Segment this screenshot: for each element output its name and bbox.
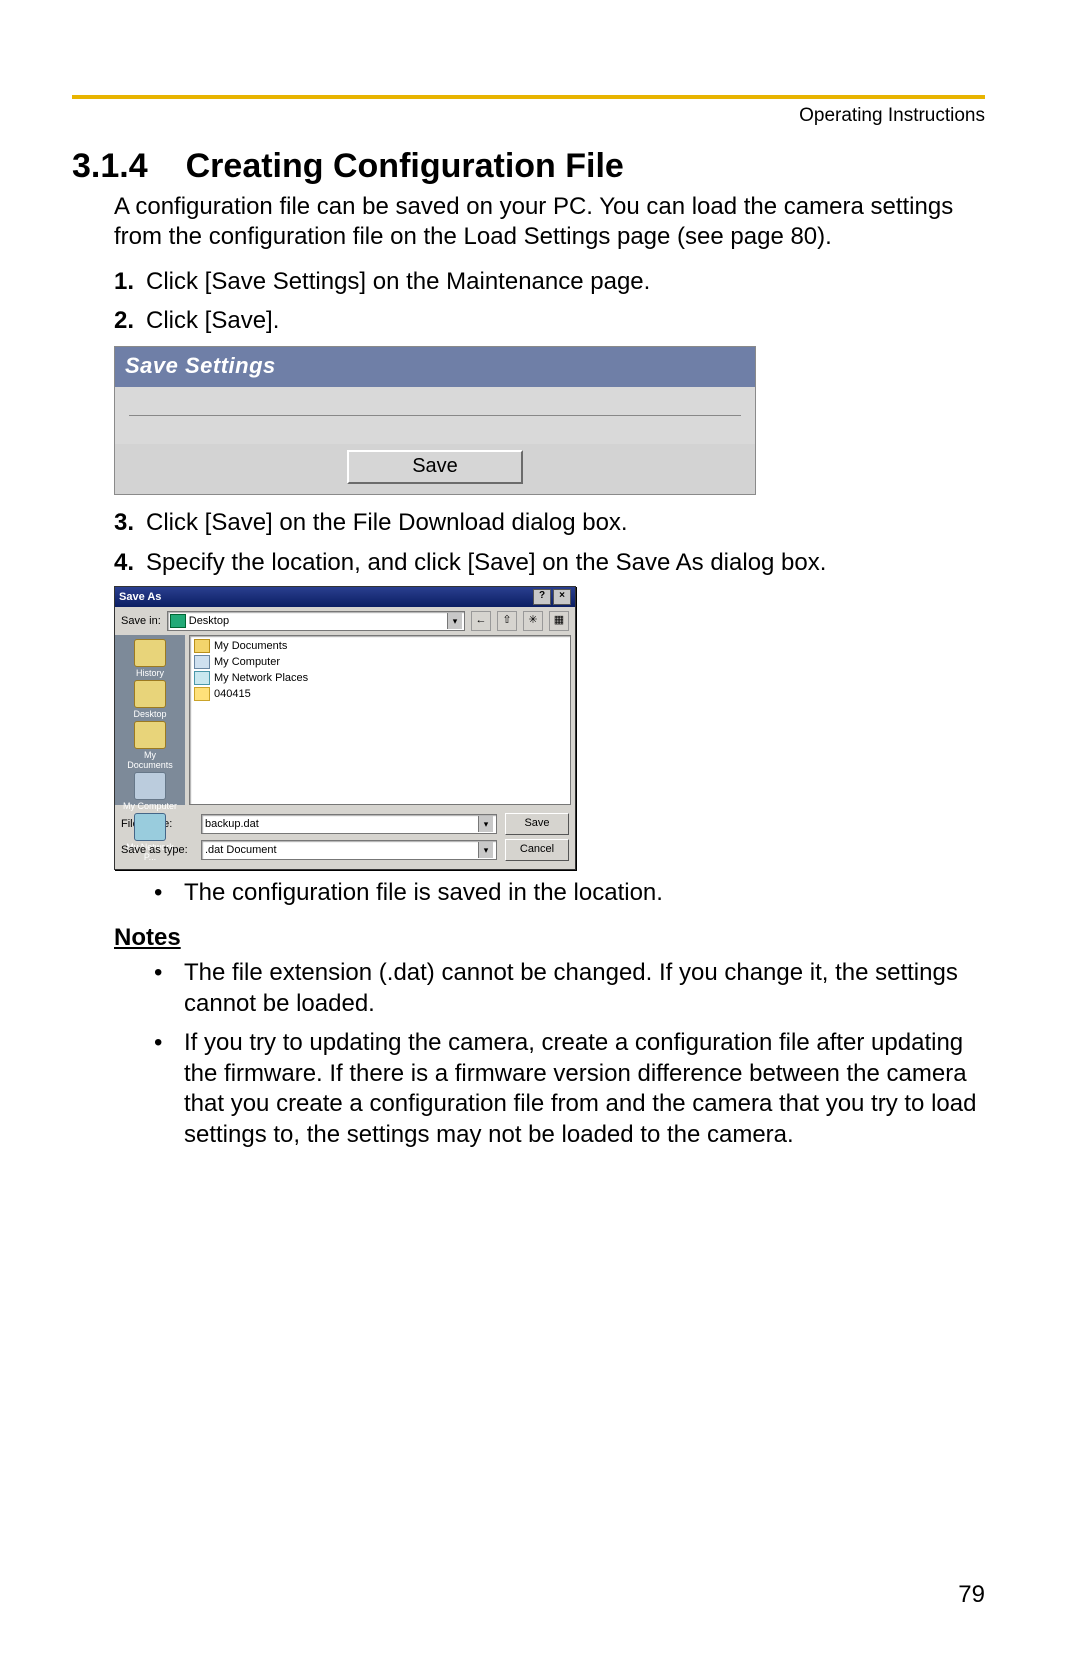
filename-value: backup.dat (205, 818, 259, 830)
step-text: Click [Save]. (146, 305, 985, 336)
chevron-down-icon[interactable]: ▾ (478, 842, 493, 858)
places-label: My Computer (123, 801, 177, 811)
savein-label: Save in: (121, 615, 161, 627)
places-mydocs[interactable]: My Documents (120, 721, 180, 770)
page-number: 79 (958, 1581, 985, 1609)
step-number: 3. (114, 507, 146, 538)
computer-icon (134, 772, 166, 800)
notes-heading: Notes (114, 924, 985, 952)
save-button[interactable]: Save (505, 813, 569, 835)
list-item-label: 040415 (214, 688, 251, 700)
step-list-continued: 3.Click [Save] on the File Download dial… (114, 507, 985, 577)
save-settings-panel: Save Settings Save (114, 346, 756, 495)
step-1: 1.Click [Save Settings] on the Maintenan… (114, 266, 985, 297)
chevron-down-icon[interactable]: ▾ (478, 816, 493, 832)
chevron-down-icon[interactable]: ▾ (447, 613, 462, 629)
filename-field[interactable]: backup.dat ▾ (201, 814, 497, 834)
network-icon (194, 671, 210, 685)
computer-icon (194, 655, 210, 669)
section-title: Creating Configuration File (186, 147, 624, 185)
places-label: Desktop (133, 709, 166, 719)
step-number: 1. (114, 266, 146, 297)
step-2: 2.Click [Save]. (114, 305, 985, 336)
list-item-label: My Documents (214, 640, 287, 652)
running-head: Operating Instructions (72, 105, 985, 127)
intro-paragraph: A configuration file can be saved on you… (114, 192, 985, 252)
save-as-dialog: Save As ? × Save in: Desktop ▾ ← ⇧ ✳ ▦ H… (114, 586, 576, 870)
places-label: History (136, 668, 164, 678)
note-text: If you try to updating the camera, creat… (184, 1028, 985, 1151)
savetype-value: .dat Document (205, 844, 277, 856)
savetype-field[interactable]: .dat Document ▾ (201, 840, 497, 860)
cancel-button[interactable]: Cancel (505, 839, 569, 861)
step-list: 1.Click [Save Settings] on the Maintenan… (114, 266, 985, 336)
list-item[interactable]: My Network Places (194, 670, 566, 686)
step-3: 3.Click [Save] on the File Download dial… (114, 507, 985, 538)
top-rule (72, 95, 985, 99)
bullet-text: The configuration file is saved in the l… (184, 878, 663, 909)
desktop-icon (170, 614, 186, 628)
folder-icon (134, 721, 166, 749)
folder-icon (134, 680, 166, 708)
list-item[interactable]: 040415 (194, 686, 566, 702)
step-text: Click [Save] on the File Download dialog… (146, 507, 985, 538)
step-number: 2. (114, 305, 146, 336)
list-item-label: My Computer (214, 656, 280, 668)
save-as-body: History Desktop My Documents My Computer… (115, 635, 575, 805)
save-as-top-row: Save in: Desktop ▾ ← ⇧ ✳ ▦ (115, 607, 575, 635)
savetype-label: Save as type: (121, 844, 193, 856)
list-item[interactable]: My Computer (194, 654, 566, 670)
folder-icon (194, 639, 210, 653)
section-number: 3.1.4 (72, 147, 148, 186)
bullet-item: The configuration file is saved in the l… (154, 878, 985, 909)
note-text: The file extension (.dat) cannot be chan… (184, 958, 985, 1019)
step-text: Click [Save Settings] on the Maintenance… (146, 266, 985, 297)
save-settings-body (115, 387, 755, 444)
new-folder-button[interactable]: ✳ (523, 611, 543, 631)
note-item: The file extension (.dat) cannot be chan… (154, 958, 985, 1019)
view-button[interactable]: ▦ (549, 611, 569, 631)
document-page: Operating Instructions 3.1.4 Creating Con… (0, 0, 1080, 1151)
help-button[interactable]: ? (533, 589, 551, 605)
places-bar: History Desktop My Documents My Computer… (115, 635, 185, 805)
up-button[interactable]: ⇧ (497, 611, 517, 631)
file-list[interactable]: My Documents My Computer My Network Plac… (189, 635, 571, 805)
save-as-bottom: File name: backup.dat ▾ Save Save as typ… (115, 805, 575, 869)
filename-row: File name: backup.dat ▾ Save (121, 813, 569, 835)
places-history[interactable]: History (120, 639, 180, 678)
save-as-titlebar: Save As ? × (115, 587, 575, 607)
close-button[interactable]: × (553, 589, 571, 605)
post-dialog-bullets: The configuration file is saved in the l… (154, 878, 985, 909)
back-button[interactable]: ← (471, 611, 491, 631)
places-mycomp[interactable]: My Computer (120, 772, 180, 811)
save-button[interactable]: Save (347, 450, 523, 484)
list-item-label: My Network Places (214, 672, 308, 684)
save-as-title-text: Save As (119, 591, 161, 603)
step-number: 4. (114, 547, 146, 578)
step-text: Specify the location, and click [Save] o… (146, 547, 985, 578)
save-settings-title: Save Settings (115, 347, 755, 387)
places-label: My Documents (127, 750, 173, 770)
list-item[interactable]: My Documents (194, 638, 566, 654)
savein-value: Desktop (189, 615, 229, 627)
section-heading: 3.1.4 Creating Configuration File (72, 147, 985, 186)
network-icon (134, 813, 166, 841)
savein-combo[interactable]: Desktop ▾ (167, 611, 465, 631)
save-settings-button-row: Save (115, 444, 755, 494)
savetype-row: Save as type: .dat Document ▾ Cancel (121, 839, 569, 861)
folder-icon (194, 687, 210, 701)
folder-icon (134, 639, 166, 667)
notes-list: The file extension (.dat) cannot be chan… (154, 958, 985, 1150)
step-4: 4.Specify the location, and click [Save]… (114, 547, 985, 578)
places-desktop[interactable]: Desktop (120, 680, 180, 719)
note-item: If you try to updating the camera, creat… (154, 1028, 985, 1151)
divider (129, 415, 741, 416)
